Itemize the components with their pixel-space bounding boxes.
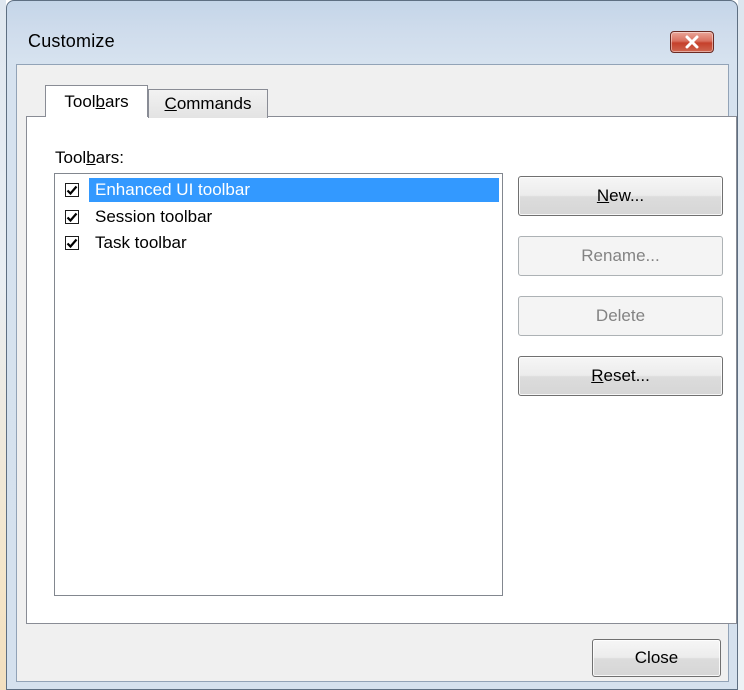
delete-button[interactable]: Delete xyxy=(518,296,723,336)
background-edge-right xyxy=(738,0,744,690)
reset-button-label: eset... xyxy=(603,366,650,385)
toolbars-list-label: Toolbars: xyxy=(55,148,124,167)
close-button-label: Close xyxy=(634,648,679,667)
tab-commands[interactable]: Commands xyxy=(148,89,268,118)
new-button[interactable]: New... xyxy=(518,176,723,216)
reset-button[interactable]: Reset... xyxy=(518,356,723,396)
tab-toolbars-label: Toolbars xyxy=(64,91,129,111)
item-checkbox[interactable] xyxy=(65,210,79,224)
close-x-icon xyxy=(685,35,699,49)
checkmark-icon xyxy=(66,238,78,249)
new-button-accel: N xyxy=(596,186,610,205)
close-button[interactable]: Close xyxy=(592,639,721,677)
dialog-title: Customize xyxy=(28,31,115,51)
list-item-label: Session toolbar xyxy=(95,207,213,226)
checkmark-icon xyxy=(66,185,78,196)
tab-toolbars[interactable]: Toolbars xyxy=(45,85,148,117)
list-item-label: Task toolbar xyxy=(95,233,187,252)
list-item[interactable]: Task toolbar xyxy=(59,231,499,255)
item-checkbox[interactable] xyxy=(65,236,79,250)
tab-commands-label: Commands xyxy=(164,94,252,113)
window-close-button[interactable] xyxy=(670,31,714,53)
rename-button[interactable]: Rename... xyxy=(518,236,723,276)
reset-button-accel: R xyxy=(591,366,604,385)
toolbars-listbox[interactable]: Enhanced UI toolbar Session toolbar Task… xyxy=(54,173,503,596)
item-checkbox[interactable] xyxy=(65,183,79,197)
delete-button-label: Delete xyxy=(595,306,646,325)
new-button-label: ew... xyxy=(609,186,645,205)
list-item[interactable]: Enhanced UI toolbar xyxy=(59,178,499,202)
rename-button-label: Rename... xyxy=(581,246,660,265)
list-item-label: Enhanced UI toolbar xyxy=(95,180,250,199)
list-item[interactable]: Session toolbar xyxy=(59,205,499,229)
checkmark-icon xyxy=(66,212,78,223)
